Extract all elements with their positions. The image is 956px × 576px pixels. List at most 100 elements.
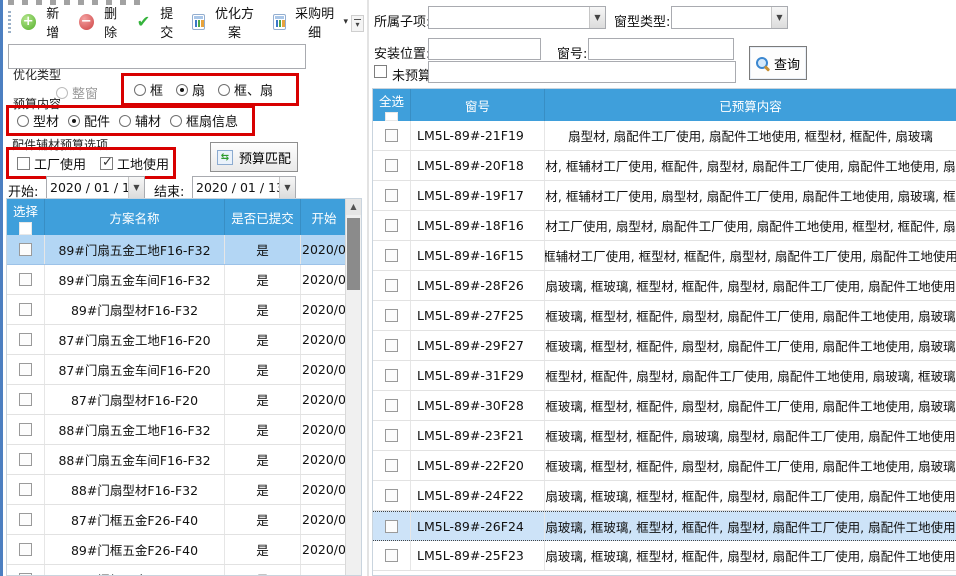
toolbar-overflow-button[interactable]	[351, 15, 364, 32]
row-checkbox[interactable]	[19, 423, 32, 436]
window-no-input[interactable]	[588, 38, 734, 60]
budget-table-row[interactable]: LM5L-89#-22F20 框玻璃, 框型材, 框配件, 扇型材, 扇配件工厂…	[373, 451, 956, 481]
radio-option[interactable]: 辅材	[119, 111, 161, 130]
row-checkbox[interactable]	[385, 399, 398, 412]
row-checkbox[interactable]	[385, 219, 398, 232]
submit-button[interactable]: ✔ 提交	[137, 3, 179, 41]
no-budget-input[interactable]	[428, 61, 736, 83]
budget-table-row[interactable]: LM5L-89#-25F23 扇玻璃, 框玻璃, 框型材, 框配件, 扇型材, …	[373, 541, 956, 571]
row-checkbox[interactable]	[385, 279, 398, 292]
plan-table-row[interactable]: 89#门扇五金车间F16-F32 是 2020/0	[7, 265, 347, 295]
submitted-column-header[interactable]: 是否已提交	[225, 199, 301, 235]
sub-item-select[interactable]: ▼	[428, 6, 606, 29]
budgeted-content-cell: 扇玻璃, 框玻璃, 框型材, 框配件, 扇型材, 扇配件工厂使用, 扇配件工地使…	[545, 481, 956, 510]
plan-table-row[interactable]: 87#门扇型材F16-F20 是 2020/0	[7, 385, 347, 415]
radio-option[interactable]: 配件	[68, 111, 110, 130]
plan-table-row[interactable]: 88#门扇五金车间F16-F32 是 2020/0	[7, 445, 347, 475]
budget-table-row[interactable]: LM5L-89#-26F24 扇玻璃, 框玻璃, 框型材, 框配件, 扇型材, …	[373, 511, 956, 541]
install-position-input[interactable]	[428, 38, 541, 60]
budget-table-row[interactable]: LM5L-89#-20F18 框型材, 框辅材工厂使用, 框配件, 扇型材, 扇…	[373, 151, 956, 181]
optimize-plan-button[interactable]: 优化方案	[192, 3, 258, 41]
plan-table-row[interactable]: 89#门扇型材F16-F32 是 2020/0	[7, 295, 347, 325]
row-checkbox[interactable]	[19, 303, 32, 316]
budget-table-row[interactable]: LM5L-89#-30F28 框玻璃, 框型材, 框配件, 扇型材, 扇配件工厂…	[373, 391, 956, 421]
chevron-down-icon[interactable]: ▼	[589, 7, 605, 28]
end-date-picker[interactable]: 2020 / 01 / 13 ▼	[192, 176, 296, 199]
chevron-down-icon[interactable]: ▼	[771, 7, 787, 28]
sub-item-label: 所属子项:	[374, 11, 430, 30]
budget-table-row[interactable]: LM5L-89#-31F29 框型材, 框配件, 扇型材, 扇配件工厂使用, 扇…	[373, 361, 956, 391]
start-column-header[interactable]: 开始	[301, 199, 347, 235]
toolbar-grip[interactable]	[8, 11, 11, 33]
budget-table-row[interactable]: LM5L-89#-19F17 框型材, 框辅材工厂使用, 扇型材, 扇配件工厂使…	[373, 181, 956, 211]
row-checkbox[interactable]	[19, 273, 32, 286]
plan-table-row[interactable]: 89#门框五金F26-F40 是 2020/0	[7, 535, 347, 565]
dock-edge-strip[interactable]	[0, 0, 4, 576]
radio-option[interactable]: 框扇信息	[170, 111, 238, 130]
row-checkbox[interactable]	[385, 369, 398, 382]
radio-option[interactable]: 框	[134, 80, 163, 99]
row-checkbox[interactable]	[385, 429, 398, 442]
chevron-down-icon[interactable]: ▼	[279, 177, 295, 198]
window-type-label: 窗型类型:	[614, 11, 670, 30]
window-no-column-header[interactable]: 窗号	[411, 89, 545, 121]
budget-table-row[interactable]: LM5L-89#-29F27 框玻璃, 框型材, 框配件, 扇型材, 扇配件工厂…	[373, 331, 956, 361]
radio-option-whole-window[interactable]: 整窗	[56, 83, 98, 102]
plan-name-column-header[interactable]: 方案名称	[45, 199, 225, 235]
plan-table-scrollbar[interactable]: ▲	[345, 199, 361, 575]
row-checkbox[interactable]	[19, 393, 32, 406]
plan-table-row[interactable]: 87#门扇五金车间F16-F20 是 2020/0	[7, 355, 347, 385]
budget-table-row[interactable]: LM5L-89#-16F15 框辅材工厂使用, 框型材, 框配件, 扇型材, 扇…	[373, 241, 956, 271]
row-checkbox[interactable]	[385, 159, 398, 172]
radio-option[interactable]: 扇	[176, 80, 205, 99]
plan-table-row[interactable]: 89#门扇五金工地F16-F32 是 2020/0	[7, 235, 347, 265]
plan-table-row[interactable]: 88#门扇型材F16-F32 是 2020/0	[7, 475, 347, 505]
checkbox-option[interactable]: 工厂使用	[17, 154, 86, 173]
budget-table-row[interactable]: LM5L-89#-27F25 框玻璃, 框型材, 框配件, 扇型材, 扇配件工厂…	[373, 301, 956, 331]
select-all-checkbox[interactable]	[19, 222, 32, 235]
plan-table-row[interactable]: 88#门框五金F21-F40 是 2020/0	[7, 565, 347, 576]
budgeted-content-cell: 框玻璃, 框型材, 框配件, 扇型材, 扇配件工厂使用, 扇配件工地使用, 扇玻…	[545, 331, 956, 360]
window-type-select[interactable]: ▼	[671, 6, 788, 29]
radio-option[interactable]: 型材	[17, 111, 59, 130]
row-checkbox[interactable]	[385, 189, 398, 202]
plan-table-row[interactable]: 87#门框五金F26-F40 是 2020/0	[7, 505, 347, 535]
delete-button[interactable]: − 删除	[79, 3, 123, 41]
row-checkbox[interactable]	[19, 543, 32, 556]
no-budget-checkbox[interactable]	[374, 65, 387, 78]
budget-table-row[interactable]: LM5L-89#-23F21 框玻璃, 框型材, 框配件, 扇玻璃, 扇型材, …	[373, 421, 956, 451]
select-all-checkbox[interactable]	[385, 112, 398, 121]
purchase-detail-button[interactable]: 采购明细 ▾	[273, 3, 348, 41]
scroll-up-icon[interactable]: ▲	[346, 199, 361, 215]
row-checkbox[interactable]	[385, 520, 398, 533]
panel-splitter[interactable]	[367, 0, 369, 576]
row-checkbox[interactable]	[385, 489, 398, 502]
row-checkbox[interactable]	[19, 243, 32, 256]
row-checkbox[interactable]	[385, 309, 398, 322]
checkbox-option[interactable]: 工地使用	[100, 154, 169, 173]
row-checkbox[interactable]	[19, 453, 32, 466]
row-checkbox[interactable]	[19, 363, 32, 376]
budgeted-content-column-header[interactable]: 已预算内容	[545, 89, 956, 121]
row-checkbox[interactable]	[385, 249, 398, 262]
plan-table-row[interactable]: 88#门扇五金工地F16-F32 是 2020/0	[7, 415, 347, 445]
scrollbar-thumb[interactable]	[347, 218, 360, 290]
row-checkbox[interactable]	[19, 333, 32, 346]
budget-table-row[interactable]: LM5L-89#-21F19 扇型材, 扇配件工厂使用, 扇配件工地使用, 框型…	[373, 121, 956, 151]
row-checkbox[interactable]	[19, 483, 32, 496]
add-button[interactable]: + 新增	[21, 3, 65, 41]
budget-match-button[interactable]: ⇆ 预算匹配	[210, 142, 298, 172]
budget-table-row[interactable]: LM5L-89#-24F22 扇玻璃, 框玻璃, 框型材, 框配件, 扇型材, …	[373, 481, 956, 511]
row-checkbox[interactable]	[385, 339, 398, 352]
start-date-picker[interactable]: 2020 / 01 / 1 ▼	[46, 176, 145, 199]
row-checkbox[interactable]	[385, 549, 398, 562]
radio-option[interactable]: 框、扇	[218, 80, 273, 99]
row-checkbox[interactable]	[385, 459, 398, 472]
row-checkbox[interactable]	[385, 129, 398, 142]
budget-table-row[interactable]: LM5L-89#-18F16 框辅材工厂使用, 扇型材, 扇配件工厂使用, 扇配…	[373, 211, 956, 241]
chevron-down-icon[interactable]: ▼	[128, 177, 144, 198]
plan-table-row[interactable]: 87#门扇五金工地F16-F20 是 2020/0	[7, 325, 347, 355]
budget-table-row[interactable]: LM5L-89#-28F26 扇玻璃, 框玻璃, 框型材, 框配件, 扇型材, …	[373, 271, 956, 301]
query-button[interactable]: 查询	[749, 46, 807, 80]
row-checkbox[interactable]	[19, 513, 32, 526]
